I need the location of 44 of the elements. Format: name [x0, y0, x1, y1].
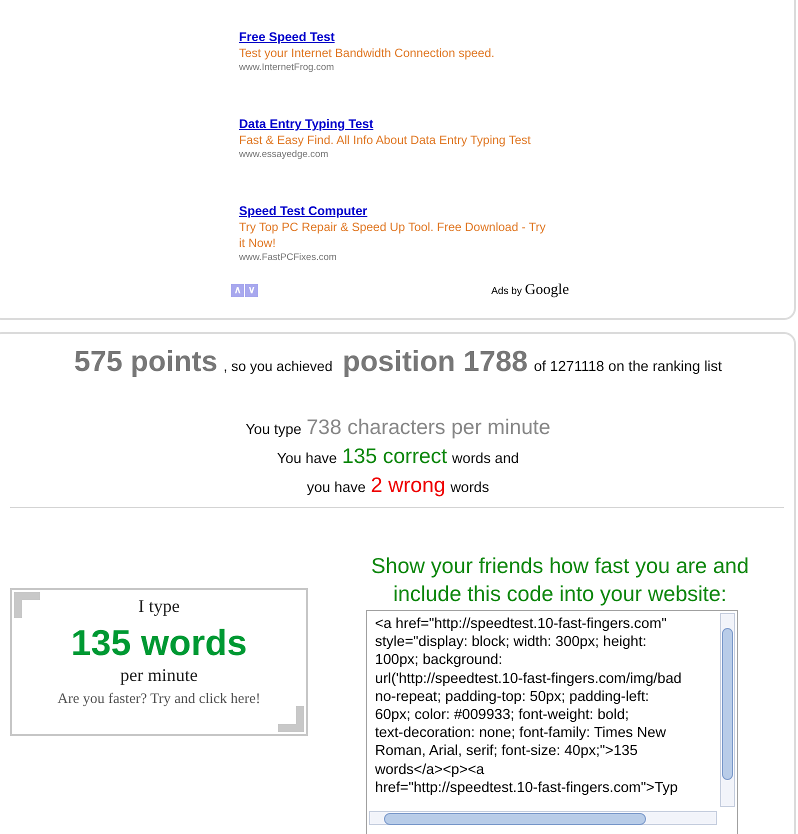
horizontal-scrollbar[interactable] [369, 811, 717, 825]
ad-title-link[interactable]: Free Speed Test [239, 30, 335, 45]
embed-code-field[interactable] [366, 610, 738, 834]
code-line: words</a><p><a [375, 760, 486, 779]
result-text: 135 correct [342, 445, 448, 469]
result-text: you have [306, 480, 366, 496]
code-line: text-decoration: none; font-family: Times New [375, 724, 667, 742]
ad-title-link[interactable]: Data Entry Typing Test [239, 117, 374, 132]
result-text: 738 characters per minute [306, 416, 550, 440]
code-line: 100px; background: [375, 651, 504, 670]
ad-url: www.FastPCFixes.com [239, 251, 338, 264]
badge-word-count: 135 words [70, 621, 248, 665]
code-line: 60px; color: #009933; font-weight: bold; [375, 706, 630, 724]
result-text: words [450, 480, 490, 496]
vertical-scrollbar[interactable] [720, 613, 735, 807]
result-text: words and [452, 451, 519, 467]
share-heading: Show your friends how fast you are and include this code into your website: [370, 553, 750, 608]
badge-link[interactable]: Are you faster? Try and click here! [58, 691, 260, 708]
code-line: no-repeat; padding-top: 50px; padding-left: [375, 688, 650, 706]
code-line: <a href="http://speedtest.10-fast-fingers.com" [375, 615, 668, 634]
ad-text: Try Top PC Repair & Speed Up Tool. Free Download - Try it Now! [239, 219, 547, 251]
result-text: 2 wrong [370, 474, 446, 498]
corner-bracket-icon [14, 592, 40, 618]
code-line: Roman, Arial, serif; font-size: 40px;">135 [375, 742, 639, 761]
ad-text: Test your Internet Bandwidth Connection speed. [239, 45, 496, 61]
corner-bracket-icon [278, 706, 304, 732]
ads-brand[interactable]: Google [524, 282, 569, 299]
speed-badge[interactable]: I type 135 words per minute Are you faster? Try and click here! [10, 588, 308, 736]
result-text: You have [277, 451, 337, 467]
code-line: url('http://speedtest.10-fast-fingers.com/img/bad [375, 670, 683, 688]
ad-text: Fast & Easy Find. All Info About Data Entry Typing Test [239, 132, 532, 148]
result-text: 575 points [74, 346, 218, 379]
result-text: of 1271118 on the ranking list [534, 359, 722, 375]
badge-text: I type [138, 596, 180, 617]
ad-url: www.essayedge.com [239, 148, 330, 161]
code-line: href="http://speedtest.10-fast-fingers.com">Typ [375, 778, 679, 798]
ad-title-link[interactable]: Speed Test Computer [239, 204, 368, 219]
result-text: , so you achieved [224, 358, 332, 374]
result-text: position 1788 [342, 346, 528, 379]
result-text: You type [246, 422, 302, 438]
badge-text: per minute [120, 665, 198, 686]
code-line: style="display: block; width: 300px; height: [375, 633, 648, 652]
ads-by-label: Ads by [491, 286, 522, 297]
ad-url: www.InternetFrog.com [239, 61, 336, 74]
